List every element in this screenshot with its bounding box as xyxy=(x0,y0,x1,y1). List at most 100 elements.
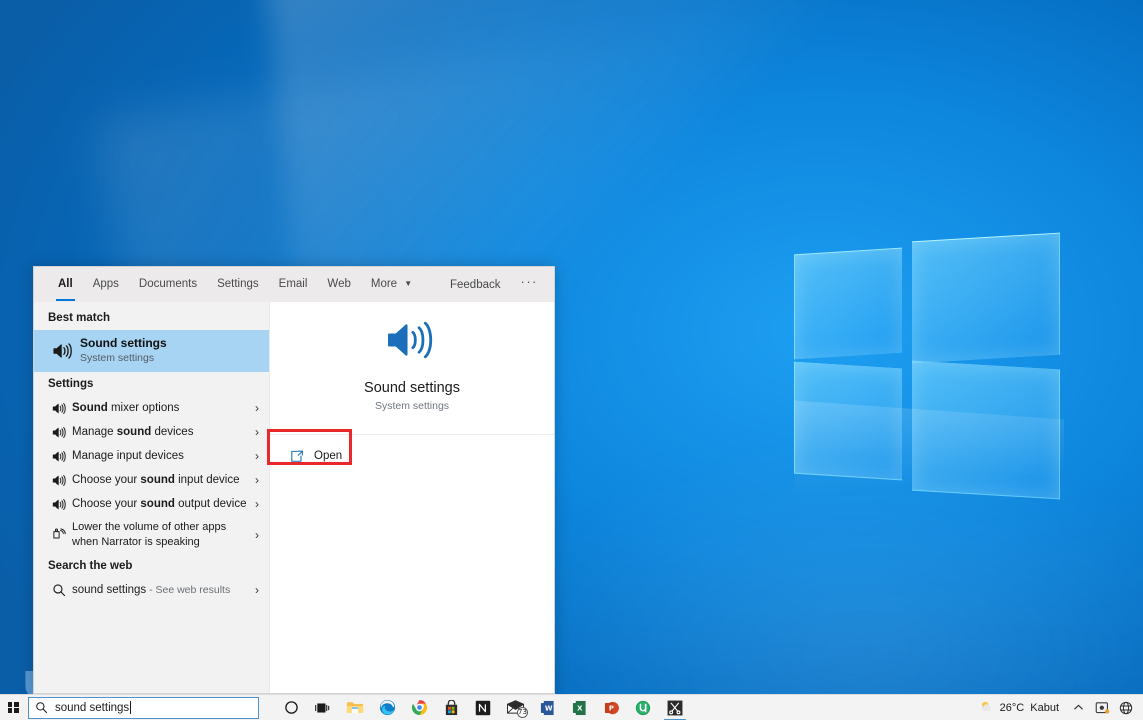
result-manage-sound-devices[interactable]: Manage sound devices › xyxy=(34,420,269,444)
result-label-post: output device xyxy=(175,498,247,510)
speaker-icon xyxy=(46,426,72,439)
system-tray: 26°C Kabut xyxy=(973,695,1143,720)
search-results-list: Best match Sound settings System setting… xyxy=(34,302,269,693)
result-label: Manage sound devices xyxy=(72,425,249,439)
result-label-post: input device xyxy=(175,474,240,486)
tab-more-label: More xyxy=(371,278,397,290)
chevron-right-icon: › xyxy=(249,449,263,463)
chevron-right-icon: › xyxy=(249,497,263,511)
svg-text:X: X xyxy=(577,704,583,712)
more-options-icon[interactable]: ··· xyxy=(511,267,549,303)
google-chrome-icon[interactable] xyxy=(403,695,435,720)
microsoft-edge-icon[interactable] xyxy=(371,695,403,720)
result-match-term: Sound xyxy=(72,402,108,414)
chevron-right-icon: › xyxy=(249,425,263,439)
result-match-term: sound xyxy=(117,426,152,438)
logo-pane-top-left xyxy=(794,248,902,360)
preview-action-list: Open xyxy=(270,435,554,469)
result-lower-volume-narrator[interactable]: Lower the volume of other appswhen Narra… xyxy=(34,516,269,554)
feedback-button[interactable]: Feedback xyxy=(440,268,511,302)
tab-more[interactable]: More ▼ xyxy=(361,267,422,302)
preview-subtitle: System settings xyxy=(375,400,449,412)
open-external-icon xyxy=(290,450,314,463)
result-match-term: sound xyxy=(140,498,175,510)
speaker-icon xyxy=(46,450,72,463)
file-explorer-icon[interactable] xyxy=(339,695,371,720)
chevron-down-icon: ▼ xyxy=(404,267,412,301)
mail-unread-badge: 73 xyxy=(517,707,528,718)
logo-pane-bottom-left xyxy=(794,362,902,481)
speaker-icon xyxy=(385,319,439,366)
taskbar-search-input[interactable]: sound settings xyxy=(28,697,259,719)
narrator-line-1: Lower the volume of other apps xyxy=(72,521,226,533)
chevron-right-icon: › xyxy=(249,473,263,487)
weather-condition: Kabut xyxy=(1030,702,1059,714)
result-web-search[interactable]: sound settings - See web results › xyxy=(34,578,269,602)
speaker-icon xyxy=(46,402,72,415)
result-label: Manage input devices xyxy=(72,449,249,463)
search-icon xyxy=(35,701,48,714)
search-panel-body: Best match Sound settings System setting… xyxy=(34,302,554,693)
tab-settings-label: Settings xyxy=(217,278,259,290)
snipping-tool-icon[interactable] xyxy=(659,695,691,720)
tab-all-label: All xyxy=(58,278,73,290)
speaker-icon xyxy=(46,474,72,487)
search-filter-tabs: All Apps Documents Settings Email Web Mo… xyxy=(34,267,554,302)
open-button-label: Open xyxy=(314,450,342,462)
weather-temperature: 26°C xyxy=(1000,702,1025,714)
search-preview-pane: Sound settings System settings Open xyxy=(269,302,554,693)
chevron-right-icon: › xyxy=(249,528,263,542)
logo-pane-top-right xyxy=(912,233,1060,364)
network-globe-icon[interactable] xyxy=(1115,695,1137,720)
logo-pane-bottom-right xyxy=(912,361,1060,500)
utorrent-icon[interactable] xyxy=(627,695,659,720)
chevron-up-icon[interactable] xyxy=(1067,695,1089,720)
tab-documents[interactable]: Documents xyxy=(129,267,207,302)
result-choose-sound-output-device[interactable]: Choose your sound output device › xyxy=(34,492,269,516)
result-manage-input-devices[interactable]: Manage input devices › xyxy=(34,444,269,468)
notion-icon[interactable] xyxy=(467,695,499,720)
accessibility-apps-icon xyxy=(46,528,72,542)
tab-web-label: Web xyxy=(327,278,350,290)
cortana-icon[interactable] xyxy=(275,695,307,720)
start-button[interactable] xyxy=(0,695,26,720)
mail-icon[interactable]: 73 xyxy=(499,695,531,720)
tab-apps-label: Apps xyxy=(93,278,119,290)
result-label-pre: Manage xyxy=(72,426,117,438)
result-sound-mixer-options[interactable]: Sound mixer options › xyxy=(34,396,269,420)
tab-email-label: Email xyxy=(279,278,308,290)
tab-apps[interactable]: Apps xyxy=(83,267,129,302)
preview-hero: Sound settings System settings xyxy=(270,302,554,435)
windows-search-panel: All Apps Documents Settings Email Web Mo… xyxy=(33,266,555,694)
taskbar: sound settings xyxy=(0,694,1143,720)
best-match-subtitle: System settings xyxy=(80,352,263,365)
web-query-text: sound settings xyxy=(72,584,146,596)
microsoft-store-icon[interactable] xyxy=(435,695,467,720)
tab-settings[interactable]: Settings xyxy=(207,267,269,302)
text-cursor xyxy=(130,701,131,714)
microsoft-word-icon[interactable]: W xyxy=(531,695,563,720)
result-choose-sound-input-device[interactable]: Choose your sound input device › xyxy=(34,468,269,492)
result-best-match-sound-settings[interactable]: Sound settings System settings xyxy=(34,330,269,372)
onedrive-app-icon[interactable] xyxy=(1091,695,1113,720)
best-match-text: Sound settings System settings xyxy=(80,336,263,365)
group-header-settings: Settings xyxy=(34,372,269,396)
tab-web[interactable]: Web xyxy=(317,267,360,302)
tab-documents-label: Documents xyxy=(139,278,197,290)
microsoft-excel-icon[interactable]: X xyxy=(563,695,595,720)
microsoft-powerpoint-icon[interactable]: P xyxy=(595,695,627,720)
tab-all[interactable]: All xyxy=(48,267,83,302)
best-match-title: Sound settings xyxy=(80,336,263,351)
result-label-post: mixer options xyxy=(108,402,180,414)
result-label-pre: Choose your xyxy=(72,474,140,486)
chevron-right-icon: › xyxy=(249,583,263,597)
task-view-icon[interactable] xyxy=(307,695,339,720)
taskbar-weather-widget[interactable]: 26°C Kabut xyxy=(973,700,1065,716)
tab-email[interactable]: Email xyxy=(269,267,318,302)
search-icon xyxy=(46,583,72,597)
taskbar-pinned-apps: 73 W X P xyxy=(275,695,691,720)
taskbar-search-value: sound settings xyxy=(55,702,129,714)
group-header-best-match: Best match xyxy=(34,306,269,330)
open-button[interactable]: Open xyxy=(270,443,554,469)
result-label-post: devices xyxy=(151,426,193,438)
